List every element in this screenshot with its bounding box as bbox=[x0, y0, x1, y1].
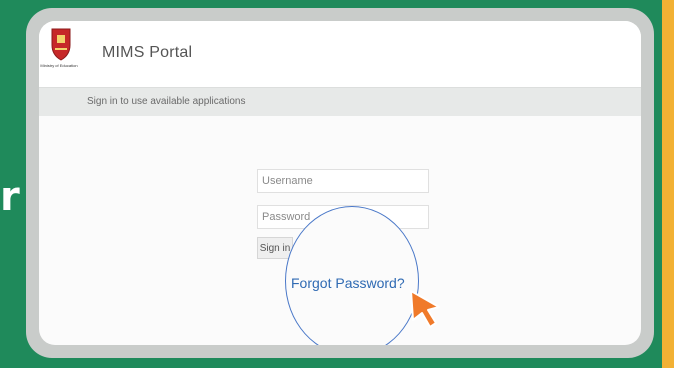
username-input[interactable] bbox=[257, 169, 429, 193]
pointer-cursor-icon bbox=[409, 289, 447, 329]
portal-header: Ministry of Education MIMS Portal bbox=[39, 21, 641, 87]
subheader-bar: Sign in to use available applications bbox=[39, 87, 641, 116]
forgot-password-link[interactable]: Forgot Password? bbox=[291, 275, 427, 291]
left-edge-glyph: r bbox=[0, 174, 20, 220]
signin-instruction: Sign in to use available applications bbox=[87, 96, 246, 107]
portal-title: MIMS Portal bbox=[102, 44, 193, 61]
right-accent-strip bbox=[662, 0, 674, 368]
device-frame: Ministry of Education MIMS Portal Sign i… bbox=[26, 8, 654, 358]
crest-icon bbox=[43, 25, 79, 81]
logo-caption: Ministry of Education bbox=[40, 63, 78, 68]
sign-in-button[interactable]: Sign in bbox=[257, 237, 293, 259]
portal-screen: Ministry of Education MIMS Portal Sign i… bbox=[39, 21, 641, 345]
